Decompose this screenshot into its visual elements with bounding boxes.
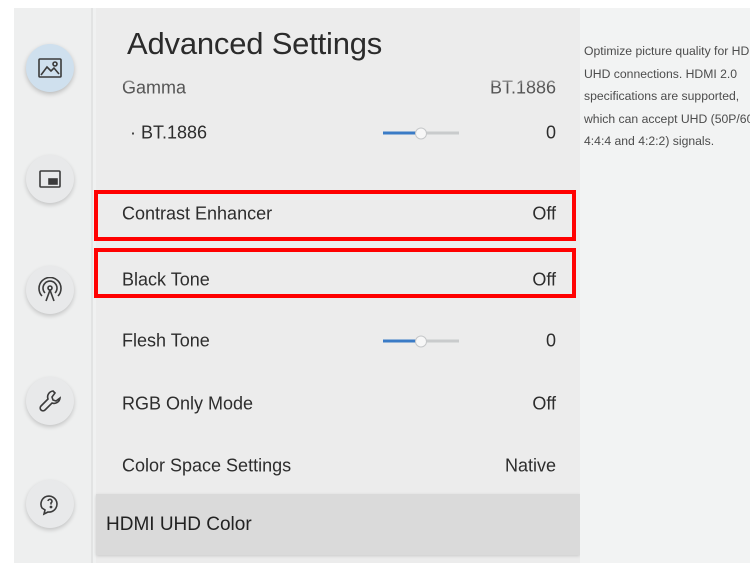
gamma-slider[interactable] [383, 127, 459, 140]
page-title: Advanced Settings [127, 26, 383, 61]
menu-item-value: 0 [545, 330, 556, 351]
menu-item-flesh-tone[interactable]: Flesh Tone 0 [96, 310, 580, 372]
description-panel: Optimize picture quality for HDMI UHD co… [580, 8, 750, 563]
menu-item-color-space-settings[interactable]: Color Space Settings Native [96, 435, 580, 497]
category-rail [14, 8, 93, 563]
description-text: Optimize picture quality for HDMI UHD co… [584, 44, 750, 148]
menu-item-value: Native [504, 455, 556, 476]
menu-item-gamma-bt1886[interactable]: · BT.1886 0 [96, 102, 580, 164]
screen-bottom-margin [14, 563, 750, 571]
menu-item-hdmi-uhd-color[interactable]: HDMI UHD Color [96, 494, 580, 555]
support-icon[interactable] [26, 480, 74, 528]
broadcast-icon[interactable] [26, 266, 74, 314]
screen-icon[interactable] [26, 155, 74, 203]
highlight-box-black-tone [94, 248, 576, 298]
wrench-icon[interactable] [26, 377, 74, 425]
menu-item-rgb-only-mode[interactable]: RGB Only Mode Off [96, 373, 580, 435]
flesh-tone-slider[interactable] [383, 335, 459, 348]
highlight-box-contrast-enhancer [94, 190, 576, 241]
menu-item-label: HDMI UHD Color [106, 513, 252, 535]
menu-item-label: · BT.1886 [130, 122, 208, 143]
menu-item-value: 0 [545, 122, 556, 143]
menu-item-label: Flesh Tone [122, 330, 210, 351]
picture-icon[interactable] [26, 44, 74, 92]
screen-margin [0, 0, 14, 571]
menu-item-label: RGB Only Mode [122, 393, 254, 414]
menu-item-label: Color Space Settings [122, 455, 292, 476]
menu-item-value: Off [532, 393, 556, 414]
